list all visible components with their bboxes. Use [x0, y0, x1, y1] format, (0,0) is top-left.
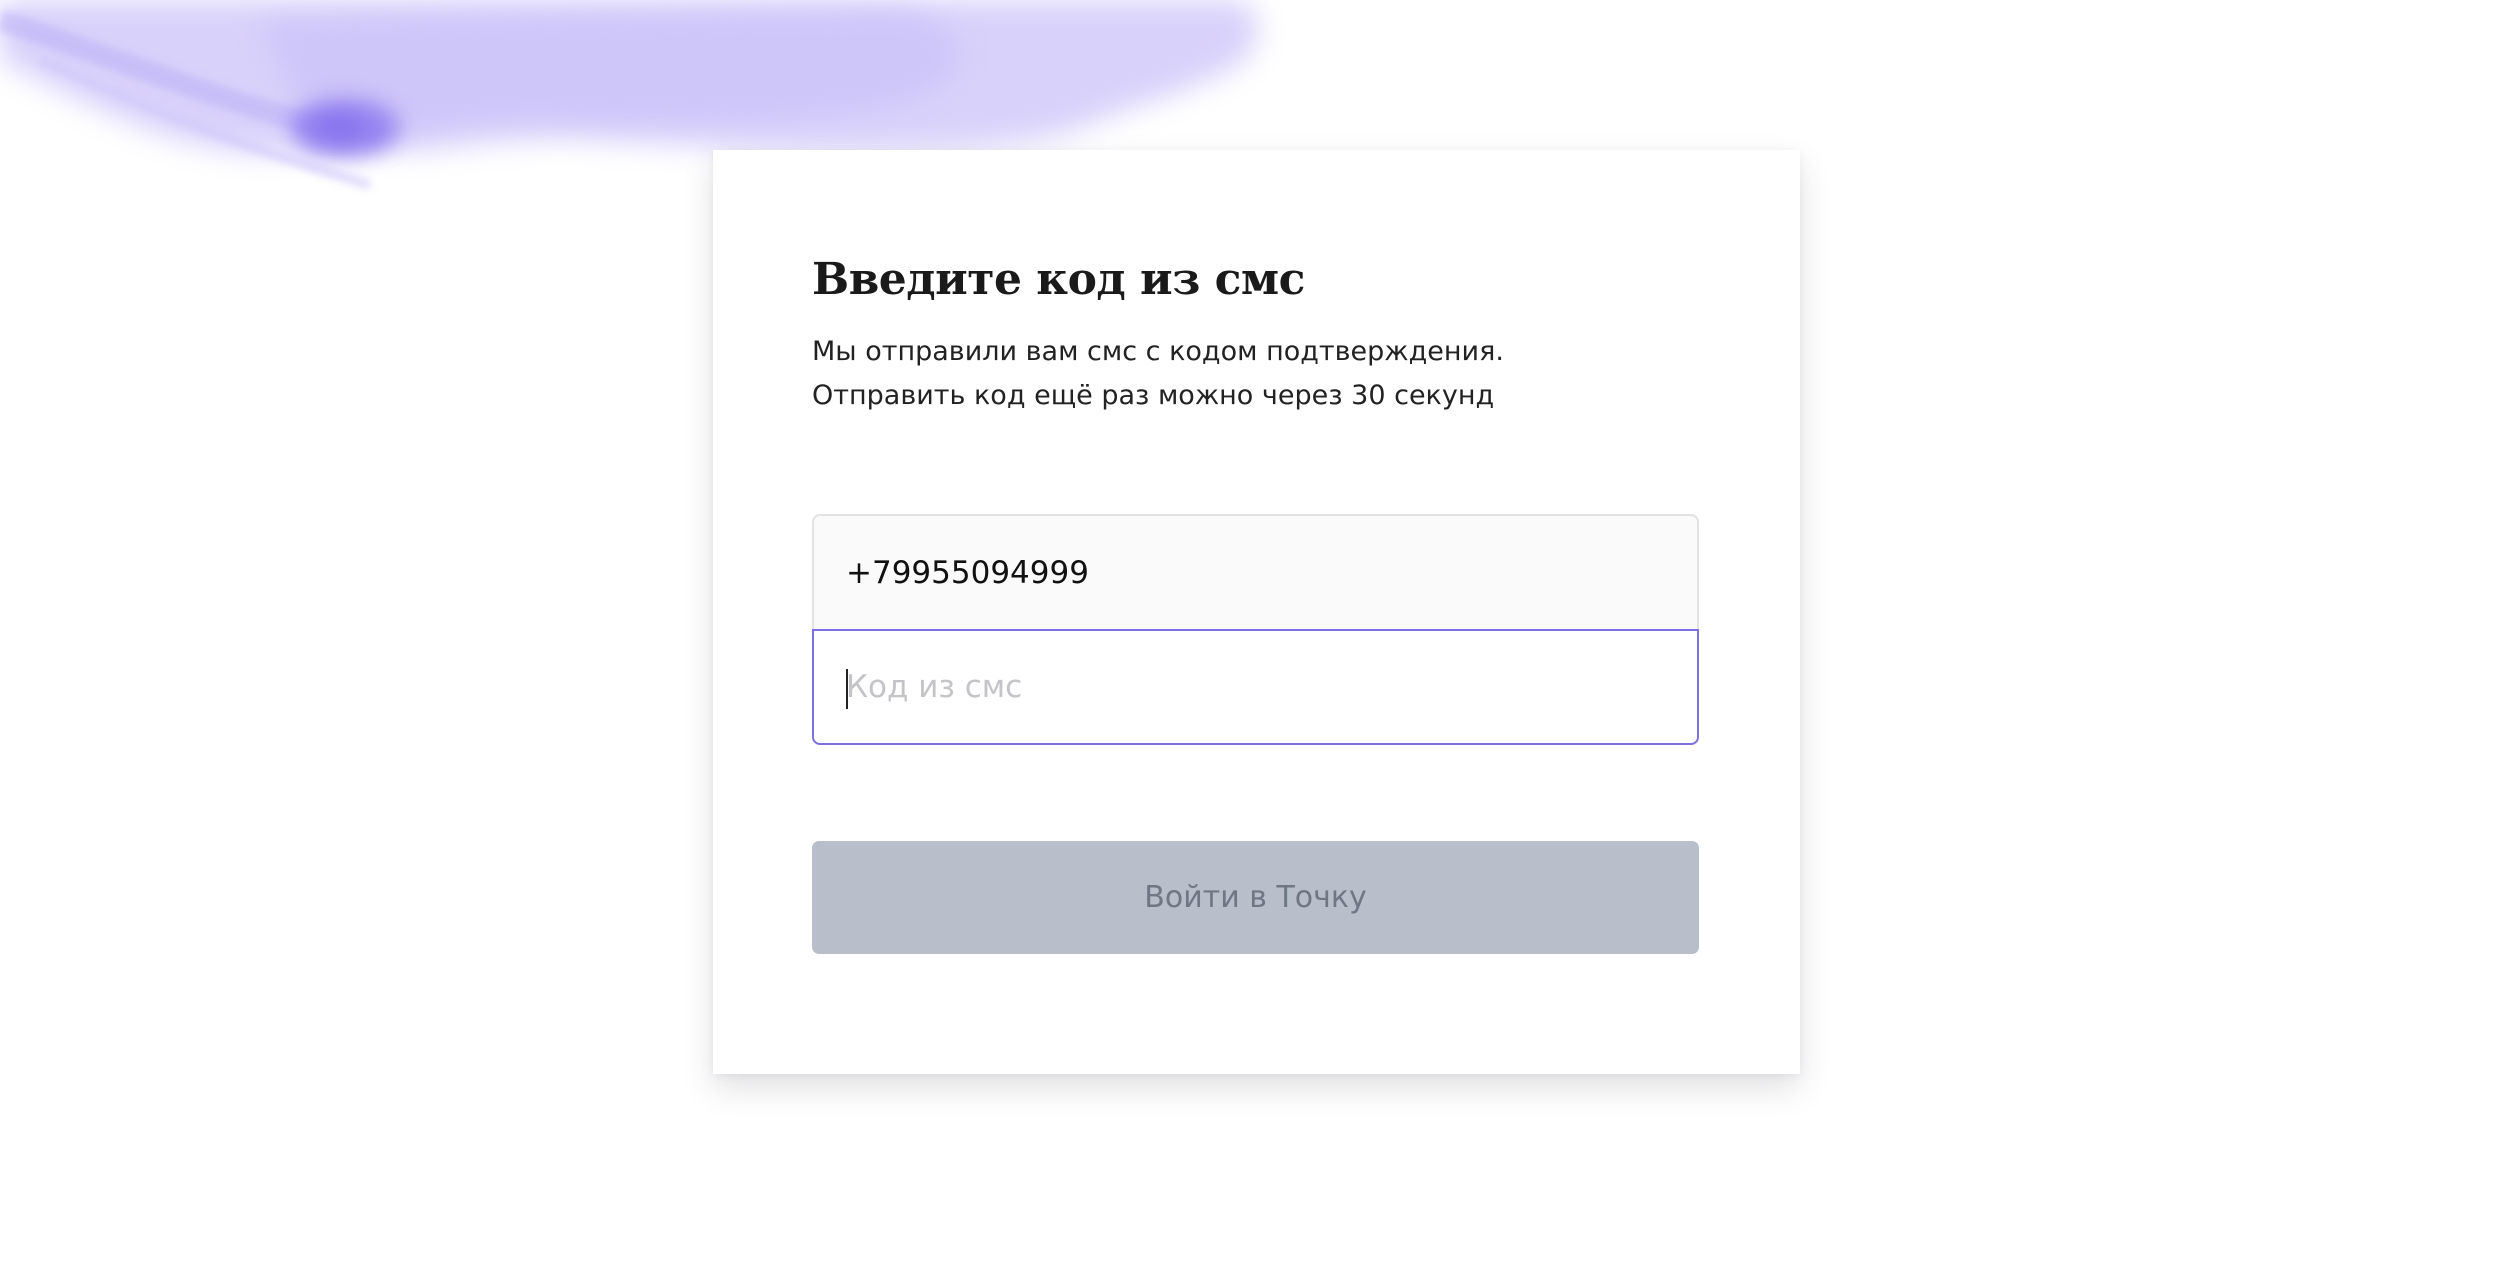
page-title: Введите код из смс: [812, 254, 1305, 305]
phone-field[interactable]: +79955094999: [812, 514, 1699, 630]
description-line-sent: Мы отправили вам смс с кодом подтвержден…: [812, 336, 1504, 367]
page: Введите код из смс Мы отправили вам смс …: [0, 0, 2493, 1286]
sms-code-input[interactable]: [814, 631, 1697, 743]
text-cursor: [846, 669, 848, 709]
description: Мы отправили вам смс с кодом подтвержден…: [812, 330, 1504, 418]
login-button[interactable]: Войти в Точку: [812, 841, 1699, 954]
sms-code-field[interactable]: [812, 629, 1699, 745]
login-card: Введите код из смс Мы отправили вам смс …: [713, 150, 1800, 1074]
phone-value: +79955094999: [846, 555, 1089, 591]
description-line-resend-timer: Отправить код ещё раз можно через 30 сек…: [812, 380, 1495, 411]
